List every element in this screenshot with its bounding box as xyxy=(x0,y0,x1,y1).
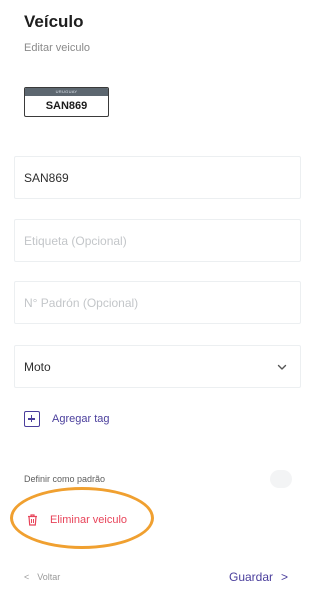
label-input[interactable]: Etiqueta (Opcional) xyxy=(14,219,301,262)
registry-number-input[interactable]: N° Padrón (Opcional) xyxy=(14,281,301,324)
set-default-label: Definir como padrão xyxy=(24,474,106,484)
chevron-down-icon xyxy=(277,364,287,370)
page-title: Veículo xyxy=(24,12,84,31)
add-tag-button[interactable]: Agregar tag xyxy=(24,411,109,427)
chevron-left-icon: < xyxy=(24,572,30,582)
plate-input-value: SAN869 xyxy=(24,170,69,185)
vehicle-type-value: Moto xyxy=(24,359,51,374)
add-tag-label: Agregar tag xyxy=(52,413,110,425)
plus-square-icon xyxy=(24,411,40,427)
set-default-toggle[interactable] xyxy=(270,470,292,488)
plate-country-band: URUGUAY xyxy=(25,88,108,96)
chevron-right-icon: > xyxy=(281,570,289,584)
back-button[interactable]: < Voltar xyxy=(24,572,60,582)
license-plate-preview: URUGUAY SAN869 xyxy=(24,87,109,117)
highlight-circle-annotation xyxy=(10,487,154,549)
label-input-placeholder: Etiqueta (Opcional) xyxy=(24,233,127,248)
plate-input[interactable]: SAN869 xyxy=(14,156,301,199)
back-label: Voltar xyxy=(37,572,61,582)
plate-number: SAN869 xyxy=(45,100,88,112)
page-subtitle: Editar veiculo xyxy=(24,42,91,54)
vehicle-type-select[interactable]: Moto xyxy=(14,345,301,388)
save-label: Guardar xyxy=(229,570,274,584)
save-button[interactable]: Guardar > xyxy=(229,570,288,584)
registry-input-placeholder: N° Padrón (Opcional) xyxy=(24,295,139,310)
